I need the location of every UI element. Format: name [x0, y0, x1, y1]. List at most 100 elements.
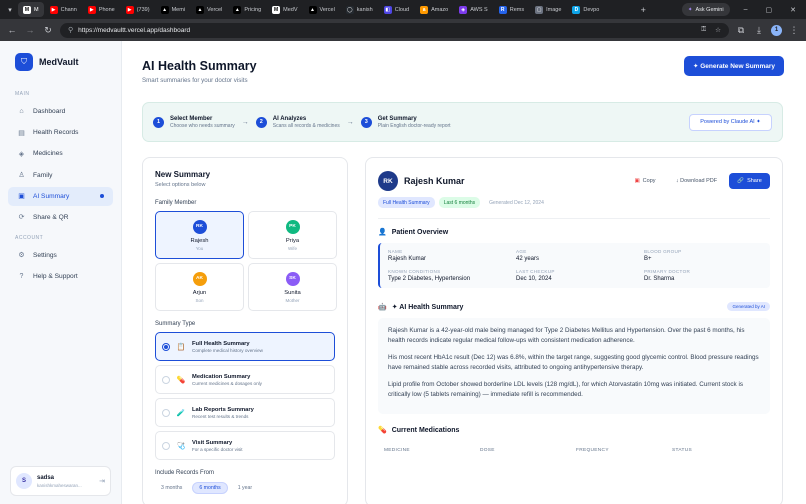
summary-type-option[interactable]: 🧪 Lab Reports Summary Recent test results … [155, 398, 335, 427]
sidebar-item-label: Health Records [33, 129, 79, 137]
browser-tab[interactable]: M MedV [267, 2, 302, 17]
browser-tab[interactable]: ▲ Memi [156, 2, 190, 17]
copy-button[interactable]: ▣ Copy [626, 173, 664, 189]
password-key-icon[interactable]: ⚿ [701, 26, 706, 34]
summary-paragraph: Lipid profile from October showed border… [388, 380, 744, 399]
browser-tab[interactable]: D Devpo [567, 2, 604, 17]
browser-tab[interactable]: ▲ Vercel [191, 2, 227, 17]
ask-gemini-button[interactable]: ✦ Ask Gemini [681, 3, 730, 16]
ai-summary-heading: 🤖 ✦ AI Health Summary Generated by AI [378, 302, 770, 311]
tab-favicon-icon: ▶ [87, 5, 96, 14]
browser-tab[interactable]: R Rems [494, 2, 529, 17]
range-option[interactable]: 3 months [155, 482, 188, 494]
radio-button[interactable] [162, 441, 170, 450]
user-card[interactable]: S sadsa kanishkmaheswaran... ⇥ [10, 466, 111, 496]
browser-tab[interactable]: a Amazo [415, 2, 453, 17]
summary-type-option[interactable]: 🩺 Visit Summary For a specific doctor visi… [155, 431, 335, 460]
sidebar-item-family[interactable]: ♙ Family [8, 166, 113, 185]
downloads-icon[interactable]: ⤓ [753, 25, 765, 36]
sidebar-item-label: Help & Support [33, 273, 78, 281]
generate-summary-button[interactable]: ✦ Generate New Summary [684, 56, 784, 76]
browser-menu-icon[interactable]: ⋮ [788, 25, 800, 36]
radio-button[interactable] [162, 408, 170, 417]
back-icon[interactable]: ← [6, 25, 18, 35]
address-bar[interactable]: ⚲ https://medvaultt.vercel.app/dashboard… [60, 22, 729, 38]
browser-tab[interactable]: ▲ Vercel [304, 2, 340, 17]
summary-type-title: Visit Summary [192, 439, 233, 446]
new-tab-button[interactable]: + [641, 5, 646, 15]
minimize-button[interactable]: – [744, 6, 748, 13]
summary-type-desc: Complete medical history overview [192, 347, 263, 353]
browser-tab[interactable]: MM [18, 2, 44, 17]
download-pdf-button[interactable]: ↓ Download PDF [669, 173, 724, 189]
page-subtitle: Smart summaries for your doctor visits [142, 77, 248, 84]
sidebar-item-health-records[interactable]: ▤ Health Records [8, 123, 113, 142]
member-card-rajesh[interactable]: RK Rajesh You [155, 211, 244, 259]
generated-by-ai-badge: Generated by AI [727, 302, 770, 311]
browser-tab[interactable]: ▶ (739) [121, 2, 155, 17]
browser-tab-strip: ▾ M M ▶ Chann ▶ Phone ▶ (739) ▲ Memi ▲ Vercel ▲ Pric… [0, 0, 806, 19]
close-window-button[interactable]: ✕ [790, 6, 796, 14]
tab-favicon-icon: D [572, 5, 581, 14]
browser-tab[interactable]: ◧ Cloud [379, 2, 414, 17]
tab-favicon-icon: ▲ [160, 5, 169, 14]
tab-title: M [34, 6, 39, 13]
reload-icon[interactable]: ↻ [42, 25, 54, 36]
summary-type-option[interactable]: 📋 Full Health Summary Complete medical his… [155, 332, 335, 361]
new-summary-subtitle: Select options below [155, 182, 206, 188]
tab-favicon-icon: M [23, 5, 31, 14]
range-option[interactable]: 6 months [192, 482, 228, 494]
main-content: AI Health Summary Smart summaries for yo… [122, 41, 806, 504]
browser-tab[interactable]: ◯ kanish [341, 2, 378, 17]
logout-icon[interactable]: ⇥ [99, 477, 105, 485]
browser-tab[interactable]: ▶ Chann [45, 2, 82, 17]
summary-type-icon: 🧪 [176, 409, 186, 417]
sidebar-item-share-qr[interactable]: ⟳ Share & QR [8, 208, 113, 227]
summary-type-desc: Current medicines & dosages only [192, 380, 262, 386]
summary-type-chip: Full Health Summary [378, 197, 435, 208]
overview-value: Rajesh Kumar [388, 256, 427, 262]
user-email: kanishkmaheswaran... [37, 482, 82, 488]
browser-tab[interactable]: ▲ Pricing [228, 2, 266, 17]
member-card-arjun[interactable]: AK Arjun Son [155, 263, 244, 311]
tab-search-icon[interactable]: ▾ [4, 6, 16, 14]
bookmark-star-icon[interactable]: ☆ [715, 26, 721, 34]
browser-tab[interactable]: ▶ Phone [83, 2, 120, 17]
nav-icon: ⌂ [19, 108, 24, 115]
share-button[interactable]: 🔗 Share [729, 173, 770, 189]
range-option[interactable]: 1 year [232, 482, 258, 494]
sidebar-item-dashboard[interactable]: ⌂ Dashboard [8, 102, 113, 121]
gemini-icon: ✦ [687, 6, 693, 13]
tab-title: Phone [98, 6, 115, 13]
step-number: 2 [255, 116, 267, 128]
site-info-icon[interactable]: ⚲ [68, 26, 73, 34]
tab-title: MedV [283, 6, 298, 13]
profile-avatar[interactable]: 1 [771, 24, 782, 36]
tab-title: Memi [171, 6, 186, 13]
radio-button[interactable] [162, 375, 170, 384]
overview-key: AGE [516, 249, 527, 254]
sidebar-item-settings[interactable]: ⚙ Settings [8, 246, 113, 265]
generated-date-chip: Generated Dec 12, 2024 [489, 199, 544, 206]
brand[interactable]: ⛉ MedVault [15, 53, 113, 71]
sidebar-item-medicines[interactable]: ◈ Medicines [8, 144, 113, 163]
member-relation: Son [195, 297, 204, 303]
sidebar-item-ai-summary[interactable]: ▣ AI Summary [8, 186, 113, 206]
sidebar: ⛉ MedVault MAIN ⌂ Dashboard ▤ Health Record… [0, 41, 122, 504]
maximize-button[interactable]: ▢ [766, 6, 773, 14]
sidebar-item-help-support[interactable]: ? Help & Support [8, 267, 113, 286]
radio-button[interactable] [162, 342, 170, 351]
browser-tab[interactable]: ▢ Image [530, 2, 566, 17]
forward-icon[interactable]: → [24, 25, 36, 35]
nav-icon: ♙ [18, 172, 25, 180]
tab-favicon-icon: ◯ [345, 5, 354, 14]
summary-type-option[interactable]: 💊 Medication Summary Current medicines & d… [155, 365, 335, 394]
browser-tab[interactable]: ◈ AWS S [454, 2, 493, 17]
extensions-icon[interactable]: ⧉ [735, 25, 747, 36]
member-card-priya[interactable]: PK Priya Wife [248, 211, 337, 259]
member-card-sunita[interactable]: SK Sunita Mother [248, 263, 337, 311]
overview-value: 42 years [516, 256, 540, 262]
tab-title: Cloud [394, 6, 410, 13]
medications-heading: 💊 Current Medications [378, 426, 770, 435]
new-summary-panel: New Summary Select options below Family … [142, 157, 348, 504]
